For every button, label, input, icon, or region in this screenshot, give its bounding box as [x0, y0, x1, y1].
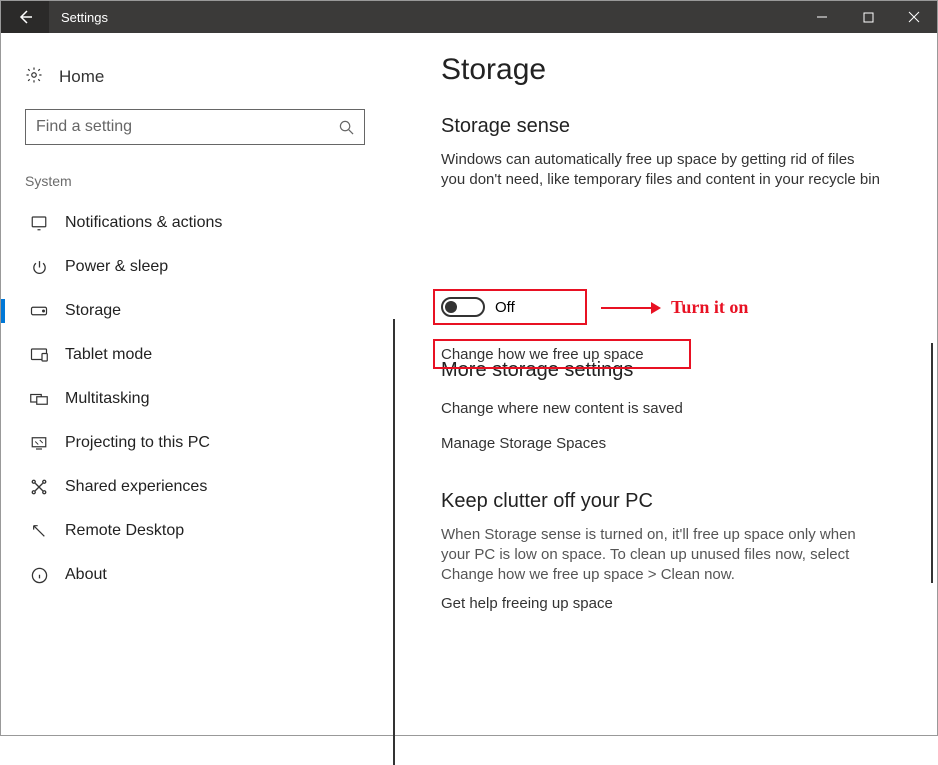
scroll-indicator-left [393, 319, 395, 765]
sidebar-item-shared[interactable]: Shared experiences [25, 465, 371, 509]
search-placeholder: Find a setting [36, 118, 339, 136]
sidebar-item-notifications[interactable]: Notifications & actions [25, 201, 371, 245]
storage-icon [29, 305, 49, 317]
manage-storage-spaces-link[interactable]: Manage Storage Spaces [441, 435, 925, 452]
sidebar-item-remote[interactable]: Remote Desktop [25, 509, 371, 553]
change-free-up-space-link[interactable]: Change how we free up space [441, 346, 644, 363]
sidebar-item-label: Multitasking [65, 390, 149, 408]
home-label: Home [59, 67, 104, 87]
sidebar-item-tablet[interactable]: Tablet mode [25, 333, 371, 377]
shared-icon [29, 478, 49, 496]
remote-icon [29, 523, 49, 539]
sidebar-item-label: Remote Desktop [65, 522, 184, 540]
scroll-indicator-right [931, 343, 933, 583]
storage-sense-description: Windows can automatically free up space … [441, 150, 881, 191]
sidebar-item-storage[interactable]: Storage [25, 289, 371, 333]
sidebar-item-multitasking[interactable]: Multitasking [25, 377, 371, 421]
maximize-icon [863, 12, 874, 23]
search-icon [339, 120, 354, 135]
arrow-left-icon [17, 9, 33, 25]
sidebar-item-label: Projecting to this PC [65, 434, 210, 452]
section-storage-sense: Storage sense [441, 115, 925, 138]
info-icon [29, 567, 49, 584]
minimize-button[interactable] [799, 1, 845, 33]
window-title: Settings [49, 10, 799, 25]
annotation-box-toggle: Off [433, 289, 587, 325]
projecting-icon [29, 435, 49, 451]
sidebar: Home Find a setting System Notifications… [1, 33, 379, 735]
minimize-icon [816, 11, 828, 23]
sidebar-item-label: About [65, 566, 107, 584]
search-input[interactable]: Find a setting [25, 109, 365, 145]
sidebar-item-power[interactable]: Power & sleep [25, 245, 371, 289]
sidebar-item-projecting[interactable]: Projecting to this PC [25, 421, 371, 465]
sidebar-item-label: Power & sleep [65, 258, 168, 276]
power-icon [29, 259, 49, 276]
sidebar-home[interactable]: Home [25, 57, 371, 97]
notifications-icon [29, 214, 49, 232]
keep-clutter-description: When Storage sense is turned on, it'll f… [441, 525, 881, 586]
sidebar-category: System [25, 173, 371, 189]
toggle-state-label: Off [495, 299, 515, 316]
change-content-saved-link[interactable]: Change where new content is saved [441, 400, 925, 417]
multitasking-icon [29, 392, 49, 406]
sidebar-item-label: Tablet mode [65, 346, 152, 364]
annotation-text: Turn it on [671, 297, 748, 318]
back-button[interactable] [1, 1, 49, 33]
title-bar: Settings [1, 1, 937, 33]
main-panel: Storage Storage sense Windows can automa… [379, 33, 937, 735]
page-title: Storage [441, 53, 925, 87]
sidebar-item-label: Shared experiences [65, 478, 207, 496]
close-button[interactable] [891, 1, 937, 33]
storage-sense-toggle[interactable] [441, 297, 485, 317]
tablet-icon [29, 347, 49, 363]
maximize-button[interactable] [845, 1, 891, 33]
get-help-link[interactable]: Get help freeing up space [441, 595, 925, 612]
close-icon [908, 11, 920, 23]
sidebar-item-label: Storage [65, 302, 121, 320]
annotation-box-link: Change how we free up space [433, 339, 691, 369]
section-keep-clutter: Keep clutter off your PC [441, 490, 925, 513]
annotation-arrow [601, 307, 659, 309]
sidebar-item-about[interactable]: About [25, 553, 371, 597]
sidebar-item-label: Notifications & actions [65, 214, 222, 232]
gear-icon [25, 66, 43, 89]
